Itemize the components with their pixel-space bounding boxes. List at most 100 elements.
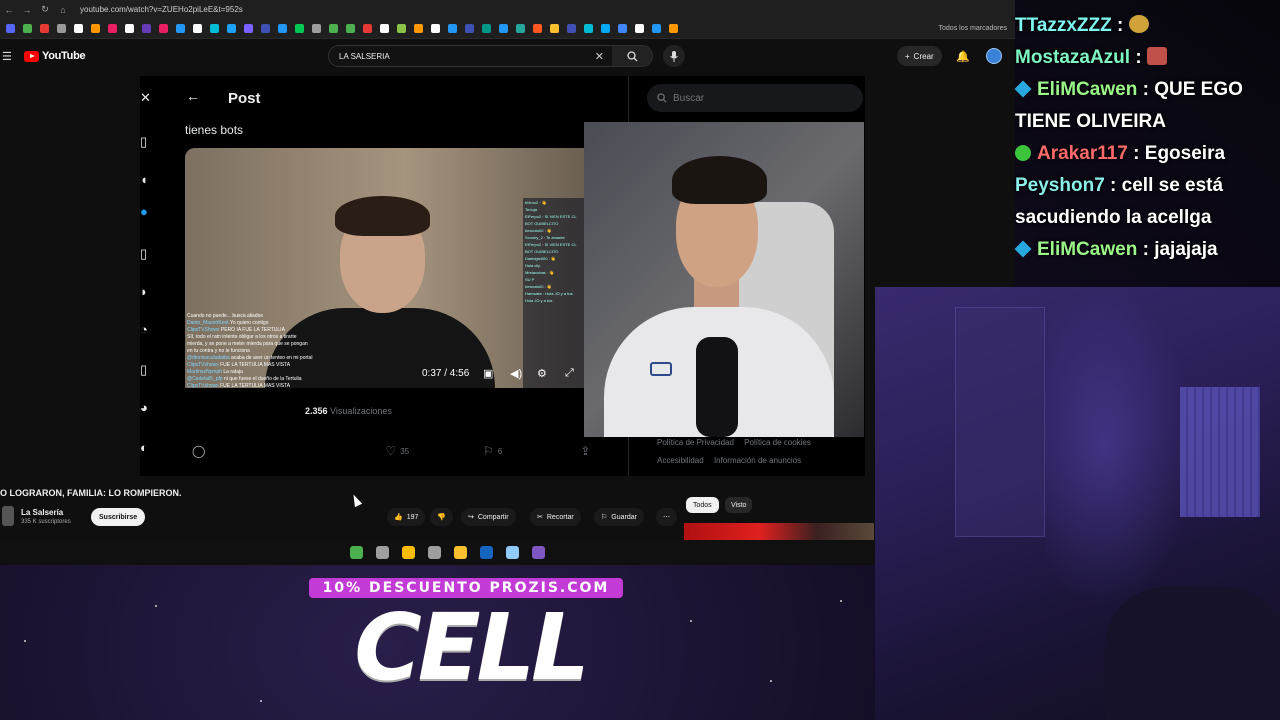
bookmark-icon[interactable] <box>57 24 66 33</box>
bookmark-icon[interactable] <box>244 24 253 33</box>
bookmark-icon[interactable] <box>278 24 287 33</box>
bookmark-icon[interactable] <box>295 24 304 33</box>
bookmark-icon[interactable] <box>159 24 168 33</box>
back-arrow-icon[interactable]: ← <box>186 88 200 104</box>
channel-name[interactable]: La Salsería <box>21 508 63 517</box>
bookmark-icon[interactable] <box>601 24 610 33</box>
footer-link[interactable]: Información de anuncios <box>714 456 801 465</box>
menu-icon[interactable]: ☰ <box>2 50 18 63</box>
bookmark-icon[interactable] <box>567 24 576 33</box>
dislike-button[interactable]: 👎 <box>430 508 453 526</box>
bookmark-icon[interactable] <box>261 24 270 33</box>
search-box[interactable]: LA SALSERIA ✕ <box>328 45 653 67</box>
captions-icon[interactable]: ▣ <box>483 367 493 380</box>
youtube-logo[interactable]: YouTube <box>24 50 86 62</box>
bookmark-icon[interactable] <box>210 24 219 33</box>
embedded-video[interactable]: bi4mo2 · 👋 Tertuja ElFerpo2 : SI VIEN ESTE… <box>185 148 585 388</box>
share-button[interactable]: ↪ Compartir <box>461 508 516 526</box>
reply-icon[interactable]: ◯ <box>192 444 205 458</box>
bookmark-icon[interactable] <box>652 24 661 33</box>
taskbar-app-icon[interactable] <box>532 545 545 559</box>
taskbar-app-icon[interactable] <box>350 545 363 559</box>
like-icon[interactable]: ♡ <box>385 444 396 458</box>
bookmark-icon[interactable] <box>533 24 542 33</box>
search-input[interactable]: LA SALSERIA <box>339 52 595 61</box>
bookmark-icon[interactable] <box>40 24 49 33</box>
settings-icon[interactable]: ⚙ <box>537 367 547 380</box>
reload-icon[interactable]: ↻ <box>36 4 54 15</box>
clip-button[interactable]: ✂ Recortar <box>530 508 581 526</box>
fullscreen-icon[interactable]: ⤢ <box>565 367 574 380</box>
nav-icon[interactable]: ◔ <box>140 322 150 337</box>
bookmark-icon[interactable]: ⚐ <box>483 444 494 458</box>
bookmark-icon[interactable] <box>312 24 321 33</box>
nav-icon[interactable]: ▯ <box>140 134 150 150</box>
x-logo-icon[interactable]: ✕ <box>140 90 151 106</box>
bookmark-icon[interactable] <box>6 24 15 33</box>
bookmark-icon[interactable] <box>516 24 525 33</box>
nav-icon[interactable]: ● <box>140 204 150 219</box>
taskbar-app-icon[interactable] <box>402 545 415 559</box>
more-button[interactable]: ⋯ <box>656 508 677 526</box>
nav-icon[interactable]: ◕ <box>140 400 150 415</box>
home-icon[interactable]: ⌂ <box>54 5 72 15</box>
bookmark-icon[interactable] <box>397 24 406 33</box>
taskbar-app-icon[interactable] <box>506 545 519 559</box>
bookmark-icon[interactable] <box>23 24 32 33</box>
bookmark-icon[interactable] <box>193 24 202 33</box>
bookmark-icon[interactable] <box>329 24 338 33</box>
save-button[interactable]: ⚐ Guardar <box>594 508 644 526</box>
clear-search-icon[interactable]: ✕ <box>595 50 604 63</box>
bookmark-icon[interactable] <box>74 24 83 33</box>
bookmark-icon[interactable] <box>635 24 644 33</box>
volume-icon[interactable]: ◀) <box>510 367 522 380</box>
share-icon[interactable]: ⇪ <box>580 444 590 458</box>
bookmark-icon[interactable] <box>346 24 355 33</box>
bookmark-icon[interactable] <box>448 24 457 33</box>
nav-icon[interactable]: ◗ <box>140 284 150 299</box>
footer-link[interactable]: Política de Privacidad <box>657 438 734 447</box>
bookmark-icon[interactable] <box>414 24 423 33</box>
bookmark-icon[interactable] <box>431 24 440 33</box>
bookmark-icon[interactable] <box>227 24 236 33</box>
notifications-icon[interactable]: 🔔 <box>956 50 970 63</box>
bookmark-icon[interactable] <box>669 24 678 33</box>
taskbar-app-icon[interactable] <box>376 545 389 559</box>
bookmark-icon[interactable] <box>499 24 508 33</box>
bookmark-icon[interactable] <box>108 24 117 33</box>
account-avatar[interactable] <box>986 48 1002 64</box>
subscribe-button[interactable]: Suscribirse <box>91 508 146 526</box>
footer-link[interactable]: Política de cookies <box>744 438 811 447</box>
footer-link[interactable]: Accesibilidad <box>657 456 704 465</box>
bookmark-icon[interactable] <box>584 24 593 33</box>
bookmarks-folder[interactable]: Todos los marcadores <box>939 25 1007 32</box>
bookmark-icon[interactable] <box>125 24 134 33</box>
bookmark-icon[interactable] <box>482 24 491 33</box>
nav-icon[interactable]: ◐ <box>140 440 150 455</box>
back-icon[interactable]: ← <box>0 5 18 15</box>
bookmark-icon[interactable] <box>618 24 627 33</box>
nav-icon[interactable]: ◖ <box>140 172 150 187</box>
bookmark-icon[interactable] <box>380 24 389 33</box>
channel-avatar[interactable] <box>2 506 14 526</box>
taskbar-app-icon[interactable] <box>454 545 467 559</box>
bookmark-icon[interactable] <box>550 24 559 33</box>
filter-chip-seen[interactable]: Visto <box>725 497 753 513</box>
bookmark-icon[interactable] <box>363 24 372 33</box>
bookmark-icon[interactable] <box>176 24 185 33</box>
nav-icon[interactable]: ▯ <box>140 362 150 378</box>
bookmark-icon[interactable] <box>465 24 474 33</box>
search-button[interactable] <box>612 46 652 66</box>
filter-chip-all[interactable]: Todos <box>686 497 719 513</box>
forward-icon[interactable]: → <box>18 5 36 15</box>
create-button[interactable]: + Crear <box>897 46 942 66</box>
taskbar-app-icon[interactable] <box>428 545 441 559</box>
url-field[interactable]: youtube.com/watch?v=ZUEHo2piLeE&t=952s <box>80 5 243 14</box>
x-search-box[interactable]: Buscar <box>647 84 863 112</box>
recommended-thumbnail[interactable] <box>684 523 874 540</box>
like-button[interactable]: 👍 197 <box>387 508 426 526</box>
bookmark-icon[interactable] <box>91 24 100 33</box>
taskbar-app-icon[interactable] <box>480 545 493 559</box>
bookmark-icon[interactable] <box>142 24 151 33</box>
voice-search-button[interactable] <box>663 45 685 67</box>
